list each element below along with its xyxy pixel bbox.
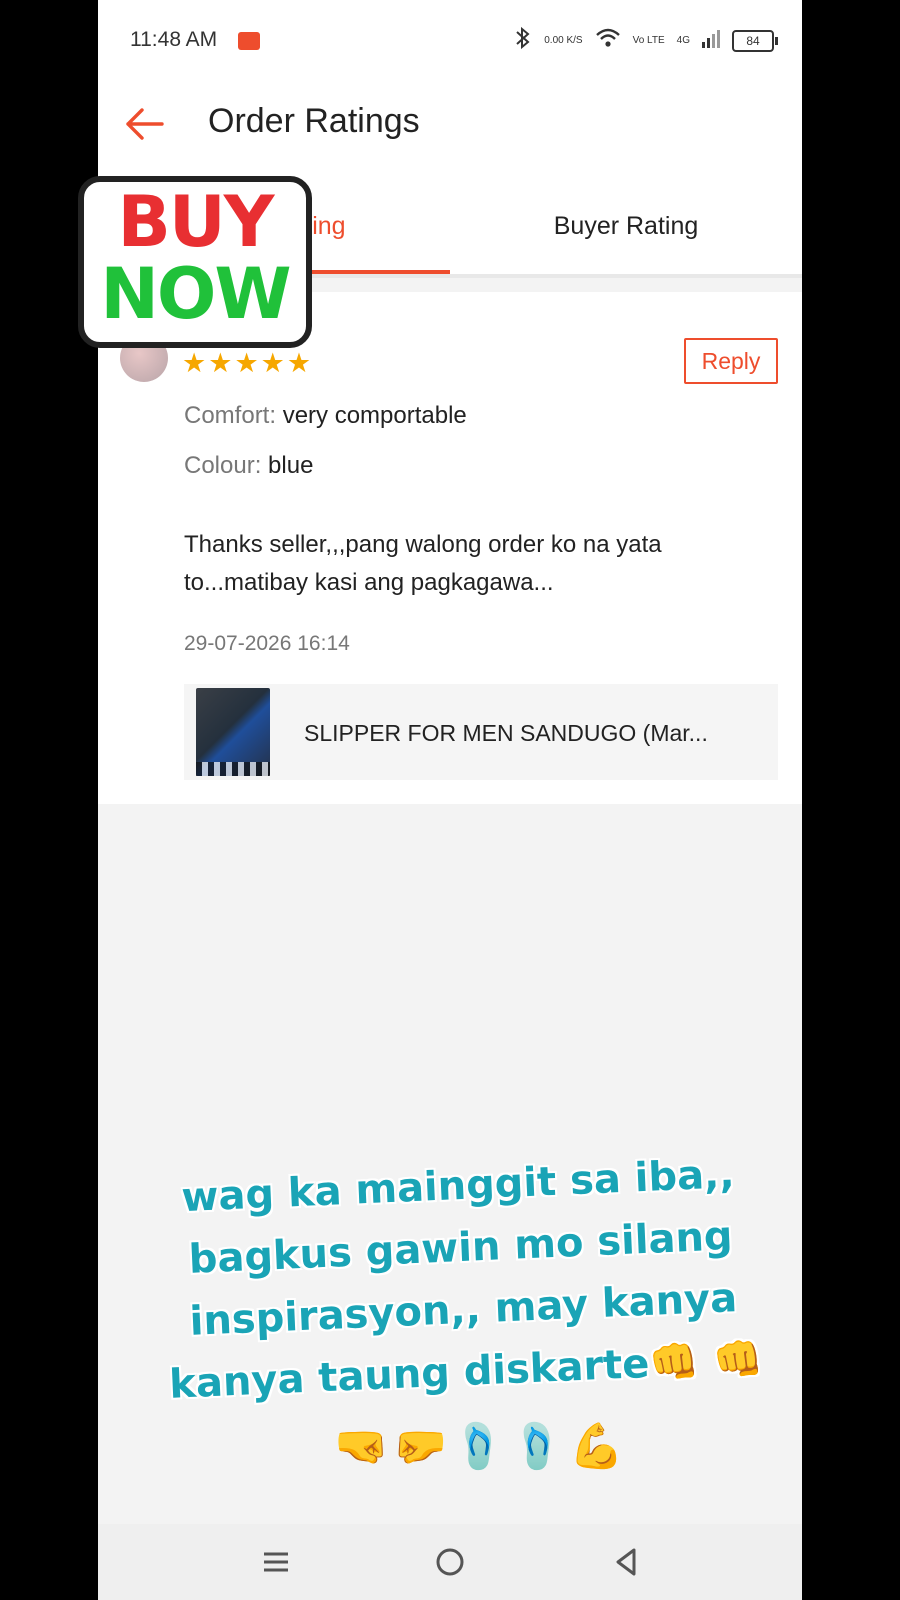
product-name: SLIPPER FOR MEN SANDUGO (Mar... (304, 720, 708, 746)
app-bar: Order Ratings (98, 84, 802, 166)
video-caption: wag ka mainggit sa iba,, bagkus gawin mo… (168, 1151, 764, 1408)
review-date: 29-07-2026 16:14 (184, 632, 350, 655)
star-rating: ★ ★ ★ ★ ★ (182, 350, 311, 377)
buy-now-sticker: BUY NOW (78, 176, 312, 348)
attribute-colour: Colour: blue (184, 452, 313, 480)
shopee-notification-icon (238, 32, 260, 50)
tab-buyer-rating[interactable]: Buyer Rating (450, 212, 802, 241)
battery-icon: 84 (732, 29, 778, 52)
review-card: ★ ★ ★ ★ ★ Reply Comfort: very comportabl… (98, 292, 802, 804)
attribute-label: Colour: (184, 452, 262, 479)
menu-icon[interactable] (256, 1542, 296, 1582)
status-icons: 0.00 K/S Vo LTE 4G 84 (514, 26, 778, 55)
system-navigation-bar (98, 1524, 802, 1600)
page-title: Order Ratings (208, 102, 420, 140)
attribute-label: Comfort: (184, 402, 277, 429)
bluetooth-icon (514, 26, 532, 55)
sticker-line-now: NOW (100, 253, 291, 335)
attribute-comfort: Comfort: very comportable (184, 402, 467, 430)
status-bar: 11:48 AM 0.00 K/S Vo LTE 4G 84 (98, 0, 802, 84)
star-icon: ★ (260, 348, 285, 378)
network-speed: 0.00 K/S (544, 35, 583, 46)
signal-indicator: 4G (676, 35, 690, 46)
attribute-value: very comportable (282, 402, 467, 429)
caption-emojis: 🤜🤛🩴🩴💪 (334, 1422, 628, 1471)
product-thumbnail (196, 688, 270, 776)
star-icon: ★ (286, 348, 312, 378)
review-comment: Thanks seller,,,pang walong order ko na … (184, 531, 662, 596)
home-icon[interactable] (430, 1542, 470, 1582)
status-time: 11:48 AM (130, 28, 218, 51)
star-icon: ★ (208, 348, 233, 378)
back-triangle-icon[interactable] (606, 1542, 646, 1582)
wifi-icon (595, 27, 621, 54)
star-icon: ★ (234, 348, 259, 378)
sticker-line-buy: BUY (117, 181, 275, 263)
reply-button[interactable]: Reply (684, 338, 778, 384)
volte-indicator: Vo LTE (632, 35, 665, 46)
signal-bars-icon (702, 28, 720, 53)
attribute-value: blue (268, 452, 314, 479)
star-icon: ★ (182, 348, 207, 378)
product-link[interactable]: SLIPPER FOR MEN SANDUGO (Mar... (184, 684, 778, 780)
back-arrow-icon[interactable] (122, 104, 166, 144)
